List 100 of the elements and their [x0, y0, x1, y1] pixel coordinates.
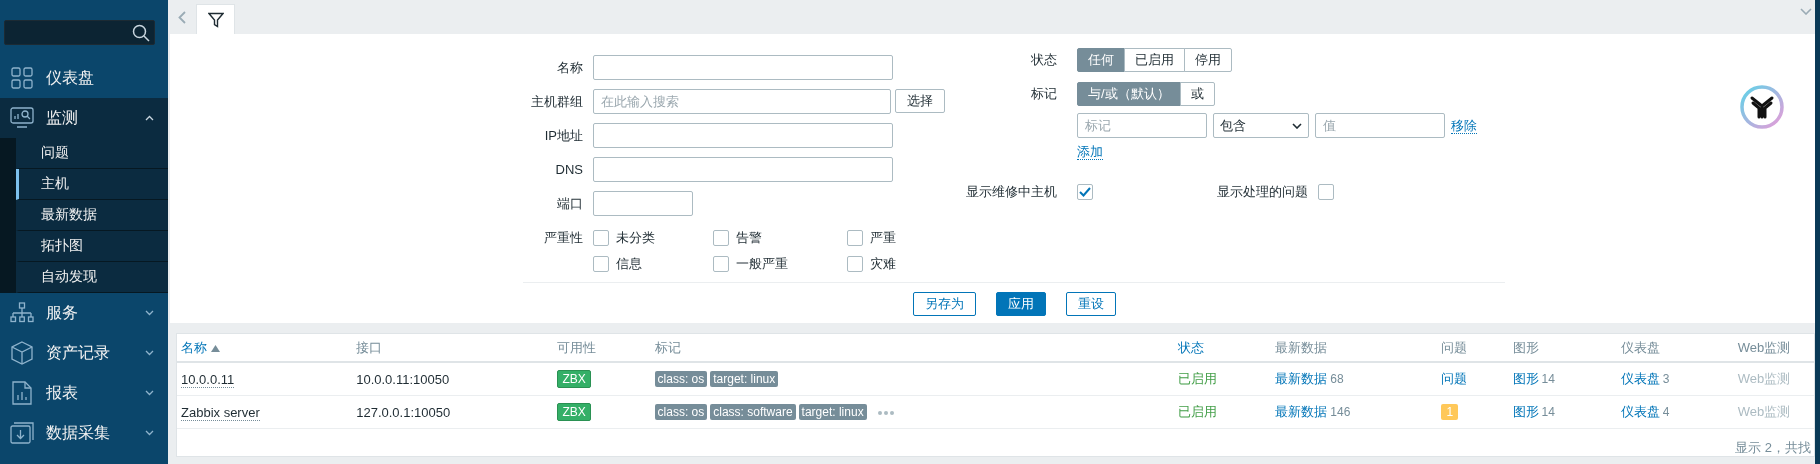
operator-toggle[interactable]: 或	[1179, 82, 1215, 106]
count-text: 14	[1541, 405, 1555, 419]
chevron-down-icon[interactable]	[1800, 8, 1812, 15]
problems-link[interactable]: 问题	[1441, 371, 1468, 386]
nav-item[interactable]: 数据采集	[0, 413, 168, 453]
chevron-icon[interactable]	[145, 430, 154, 436]
checkbox-label: 信息	[616, 255, 642, 273]
remove-link[interactable]: 移除	[1451, 117, 1477, 134]
nav-item[interactable]: 报表	[0, 373, 168, 413]
nav-item[interactable]: 资产记录	[0, 333, 168, 373]
status-toggle[interactable]: 已启用	[1124, 48, 1185, 72]
chevron-icon[interactable]	[145, 115, 154, 121]
field-label: 严重性	[543, 229, 583, 247]
port-field[interactable]	[593, 191, 693, 216]
count-text: 68	[1330, 372, 1344, 386]
logo-icon	[1740, 85, 1784, 129]
status-toggle[interactable]: 任何	[1077, 48, 1125, 72]
table-cell: 127.0.0.1:10050	[352, 395, 554, 429]
checkbox[interactable]	[847, 256, 863, 272]
nav-item[interactable]: 监测	[0, 98, 168, 138]
grid-icon	[11, 67, 33, 89]
sitemap-icon	[10, 302, 34, 324]
graphs-link[interactable]: 图形	[1512, 371, 1539, 386]
checkbox[interactable]	[593, 230, 609, 246]
checkbox[interactable]	[1077, 184, 1093, 200]
field-label: 标记	[1030, 85, 1057, 103]
chevron-icon[interactable]	[145, 310, 154, 316]
availability-badge: ZBX	[557, 370, 591, 388]
monitor-icon	[10, 107, 34, 129]
tag-field[interactable]: 标记	[1077, 113, 1207, 138]
chevron-icon[interactable]	[145, 390, 154, 396]
more-icon[interactable]	[877, 410, 894, 415]
sort-arrow-icon	[211, 344, 220, 352]
text-field[interactable]	[593, 55, 893, 80]
host-link[interactable]: Zabbix server	[181, 404, 260, 421]
search-icon	[132, 23, 150, 42]
table-cell: 10.0.0.11:10050	[352, 362, 554, 396]
checkbox[interactable]	[847, 230, 863, 246]
value-field[interactable]: 值	[1315, 113, 1445, 138]
filter-icon	[207, 11, 224, 28]
chevron-icon[interactable]	[145, 350, 154, 356]
checkbox[interactable]	[713, 256, 729, 272]
field-label: DNS	[554, 162, 583, 177]
checkbox-label: 未分类	[616, 229, 655, 247]
nav-subitem[interactable]: 问题	[16, 138, 168, 169]
checkbox-label: 灾难	[870, 255, 896, 273]
column-header: 图形	[1508, 334, 1617, 362]
dashboards-link[interactable]: 仪表盘	[1620, 371, 1660, 386]
latest-data-link[interactable]: 最新数据	[1275, 371, 1328, 386]
nav-subitem[interactable]: 拓扑图	[16, 231, 168, 262]
tag-badge: class: os	[654, 371, 708, 387]
count-text: 14	[1541, 372, 1555, 386]
column-header: 标记	[650, 334, 1175, 362]
checkbox-label: 告警	[736, 229, 762, 247]
field-label: 状态	[1030, 51, 1057, 69]
tag-badge: target: linux	[798, 404, 867, 420]
nav-subitem[interactable]: 自动发现	[16, 262, 168, 293]
checkbox-label: 一般严重	[736, 255, 788, 273]
nav-item[interactable]: 仪表盘	[0, 58, 168, 98]
status-toggle[interactable]: 停用	[1184, 48, 1232, 72]
select-button[interactable]: 选择	[895, 89, 945, 113]
host-link[interactable]: 10.0.0.11	[181, 371, 235, 388]
dashboards-link[interactable]: 仪表盘	[1620, 404, 1660, 419]
filter-button[interactable]: 重设	[1065, 292, 1116, 316]
graphs-link[interactable]: 图形	[1512, 404, 1539, 419]
text-field[interactable]	[593, 123, 893, 148]
report-icon	[12, 381, 32, 405]
tag-badge: class: os	[654, 404, 708, 420]
column-header: 问题	[1437, 334, 1509, 362]
nav-subitem[interactable]: 最新数据	[16, 200, 168, 231]
filter-button[interactable]: 应用	[995, 292, 1046, 316]
text-field[interactable]	[593, 157, 893, 182]
nav-item[interactable]: 服务	[0, 293, 168, 333]
column-header: 可用性	[553, 334, 651, 362]
chevron-left-icon[interactable]	[178, 10, 186, 24]
column-header: 接口	[352, 334, 554, 362]
pagination-text: 显示 2，共找	[1735, 440, 1811, 455]
field-label: 主机群组	[530, 92, 583, 111]
filter-button[interactable]: 另存为	[912, 292, 976, 316]
checkbox-label: 显示维修中主机	[965, 183, 1057, 201]
checkbox[interactable]	[713, 230, 729, 246]
column-header[interactable]: 名称	[177, 334, 353, 362]
checkbox[interactable]	[1318, 184, 1334, 200]
operator-toggle[interactable]: 与/或（默认）	[1077, 82, 1181, 106]
search-field[interactable]	[4, 20, 155, 45]
column-header[interactable]: 状态	[1174, 334, 1272, 362]
status-text: 已启用	[1174, 395, 1272, 429]
filter-tab[interactable]	[196, 4, 235, 34]
add-link[interactable]: 添加	[1077, 144, 1103, 160]
operator-dropdown[interactable]: 包含	[1213, 113, 1309, 138]
count-text: 146	[1330, 405, 1351, 419]
caret-icon	[1292, 122, 1302, 129]
checkbox[interactable]	[593, 256, 609, 272]
status-text: 已启用	[1174, 362, 1272, 396]
count-text: 4	[1662, 405, 1670, 419]
group-search-field[interactable]: 在此输入搜索	[593, 89, 891, 114]
cube-icon	[11, 341, 33, 365]
checkbox-label: 严重	[870, 229, 896, 247]
field-label: IP地址	[543, 126, 583, 145]
latest-data-link[interactable]: 最新数据	[1275, 404, 1328, 419]
